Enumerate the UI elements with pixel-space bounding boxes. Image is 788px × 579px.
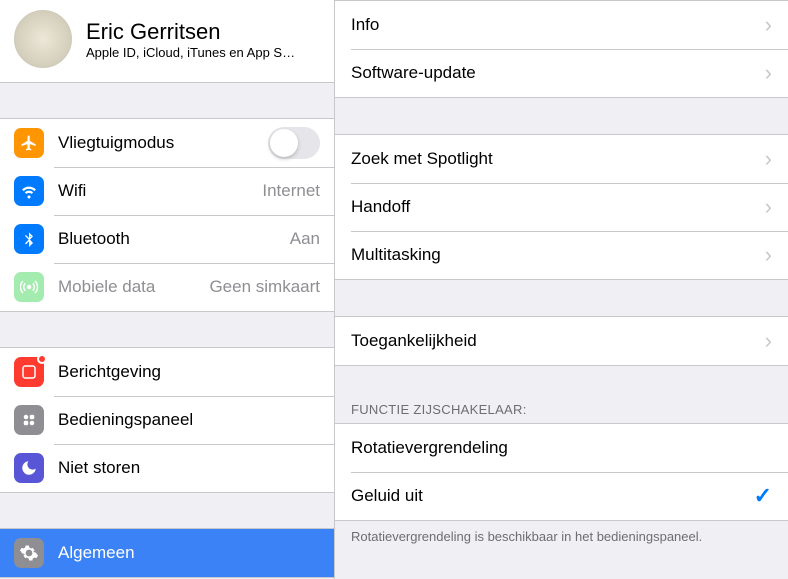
airplane-toggle[interactable] xyxy=(268,127,320,159)
cellular-icon xyxy=(14,272,44,302)
detail-item-label: Handoff xyxy=(351,197,757,217)
sidebar-item-bluetooth[interactable]: Bluetooth Aan xyxy=(0,215,334,263)
sidebar-item-label: Vliegtuigmodus xyxy=(58,133,268,153)
profile-row[interactable]: Eric Gerritsen Apple ID, iCloud, iTunes … xyxy=(0,0,334,83)
sidebar-item-wifi[interactable]: Wifi Internet xyxy=(0,167,334,215)
chevron-right-icon: › xyxy=(765,242,772,268)
detail-item-label: Multitasking xyxy=(351,245,757,265)
detail-item-accessibility[interactable]: Toegankelijkheid › xyxy=(335,317,788,365)
sidebar-item-label: Niet storen xyxy=(58,458,320,478)
option-label: Rotatievergrendeling xyxy=(351,438,772,458)
sidebar-group-connectivity: Vliegtuigmodus Wifi Internet Bluetooth A… xyxy=(0,118,334,312)
detail-item-info[interactable]: Info › xyxy=(335,1,788,49)
sidebar-item-general[interactable]: Algemeen xyxy=(0,529,334,577)
sidebar-item-value: Geen simkaart xyxy=(209,277,320,297)
sidebar-item-label: Wifi xyxy=(58,181,254,201)
check-icon: ✓ xyxy=(754,483,772,509)
section-header: FUNCTIE ZIJSCHAKELAAR: xyxy=(335,396,788,423)
chevron-right-icon: › xyxy=(765,328,772,354)
detail-group-about: Info › Software-update › xyxy=(335,0,788,98)
settings-sidebar: Eric Gerritsen Apple ID, iCloud, iTunes … xyxy=(0,0,335,579)
airplane-icon xyxy=(14,128,44,158)
chevron-right-icon: › xyxy=(765,194,772,220)
sideswitch-rotation-lock[interactable]: Rotatievergrendeling xyxy=(335,424,788,472)
sidebar-item-label: Bedieningspaneel xyxy=(58,410,320,430)
option-label: Geluid uit xyxy=(351,486,754,506)
sidebar-item-controlcenter[interactable]: Bedieningspaneel xyxy=(0,396,334,444)
moon-icon xyxy=(14,453,44,483)
sidebar-item-label: Algemeen xyxy=(58,543,320,563)
detail-item-multitasking[interactable]: Multitasking › xyxy=(335,231,788,279)
detail-group-features: Zoek met Spotlight › Handoff › Multitask… xyxy=(335,134,788,280)
notifications-icon xyxy=(14,357,44,387)
profile-subtitle: Apple ID, iCloud, iTunes en App S… xyxy=(86,45,295,60)
detail-item-spotlight[interactable]: Zoek met Spotlight › xyxy=(335,135,788,183)
detail-item-label: Toegankelijkheid xyxy=(351,331,757,351)
sidebar-item-airplane[interactable]: Vliegtuigmodus xyxy=(0,119,334,167)
profile-text: Eric Gerritsen Apple ID, iCloud, iTunes … xyxy=(86,19,295,60)
sidebar-item-label: Mobiele data xyxy=(58,277,201,297)
detail-item-label: Info xyxy=(351,15,757,35)
sidebar-item-value: Internet xyxy=(262,181,320,201)
sidebar-item-label: Bluetooth xyxy=(58,229,282,249)
chevron-right-icon: › xyxy=(765,12,772,38)
sidebar-item-value: Aan xyxy=(290,229,320,249)
detail-item-label: Software-update xyxy=(351,63,757,83)
sidebar-item-notifications[interactable]: Berichtgeving xyxy=(0,348,334,396)
profile-name: Eric Gerritsen xyxy=(86,19,295,45)
sidebar-group-general: Algemeen xyxy=(0,528,334,578)
wifi-icon xyxy=(14,176,44,206)
chevron-right-icon: › xyxy=(765,60,772,86)
detail-item-label: Zoek met Spotlight xyxy=(351,149,757,169)
avatar xyxy=(14,10,72,68)
sideswitch-mute[interactable]: Geluid uit ✓ xyxy=(335,472,788,520)
sidebar-group-notifications: Berichtgeving Bedieningspaneel Niet stor… xyxy=(0,347,334,493)
sidebar-item-label: Berichtgeving xyxy=(58,362,320,382)
detail-group-accessibility: Toegankelijkheid › xyxy=(335,316,788,366)
chevron-right-icon: › xyxy=(765,146,772,172)
gear-icon xyxy=(14,538,44,568)
section-footer: Rotatievergrendeling is beschikbaar in h… xyxy=(335,521,788,552)
sidebar-item-dnd[interactable]: Niet storen xyxy=(0,444,334,492)
detail-item-software-update[interactable]: Software-update › xyxy=(335,49,788,97)
detail-pane: Info › Software-update › Zoek met Spotli… xyxy=(335,0,788,579)
control-center-icon xyxy=(14,405,44,435)
detail-item-handoff[interactable]: Handoff › xyxy=(335,183,788,231)
sidebar-item-cellular[interactable]: Mobiele data Geen simkaart xyxy=(0,263,334,311)
detail-group-sideswitch: Rotatievergrendeling Geluid uit ✓ xyxy=(335,423,788,521)
bluetooth-icon xyxy=(14,224,44,254)
